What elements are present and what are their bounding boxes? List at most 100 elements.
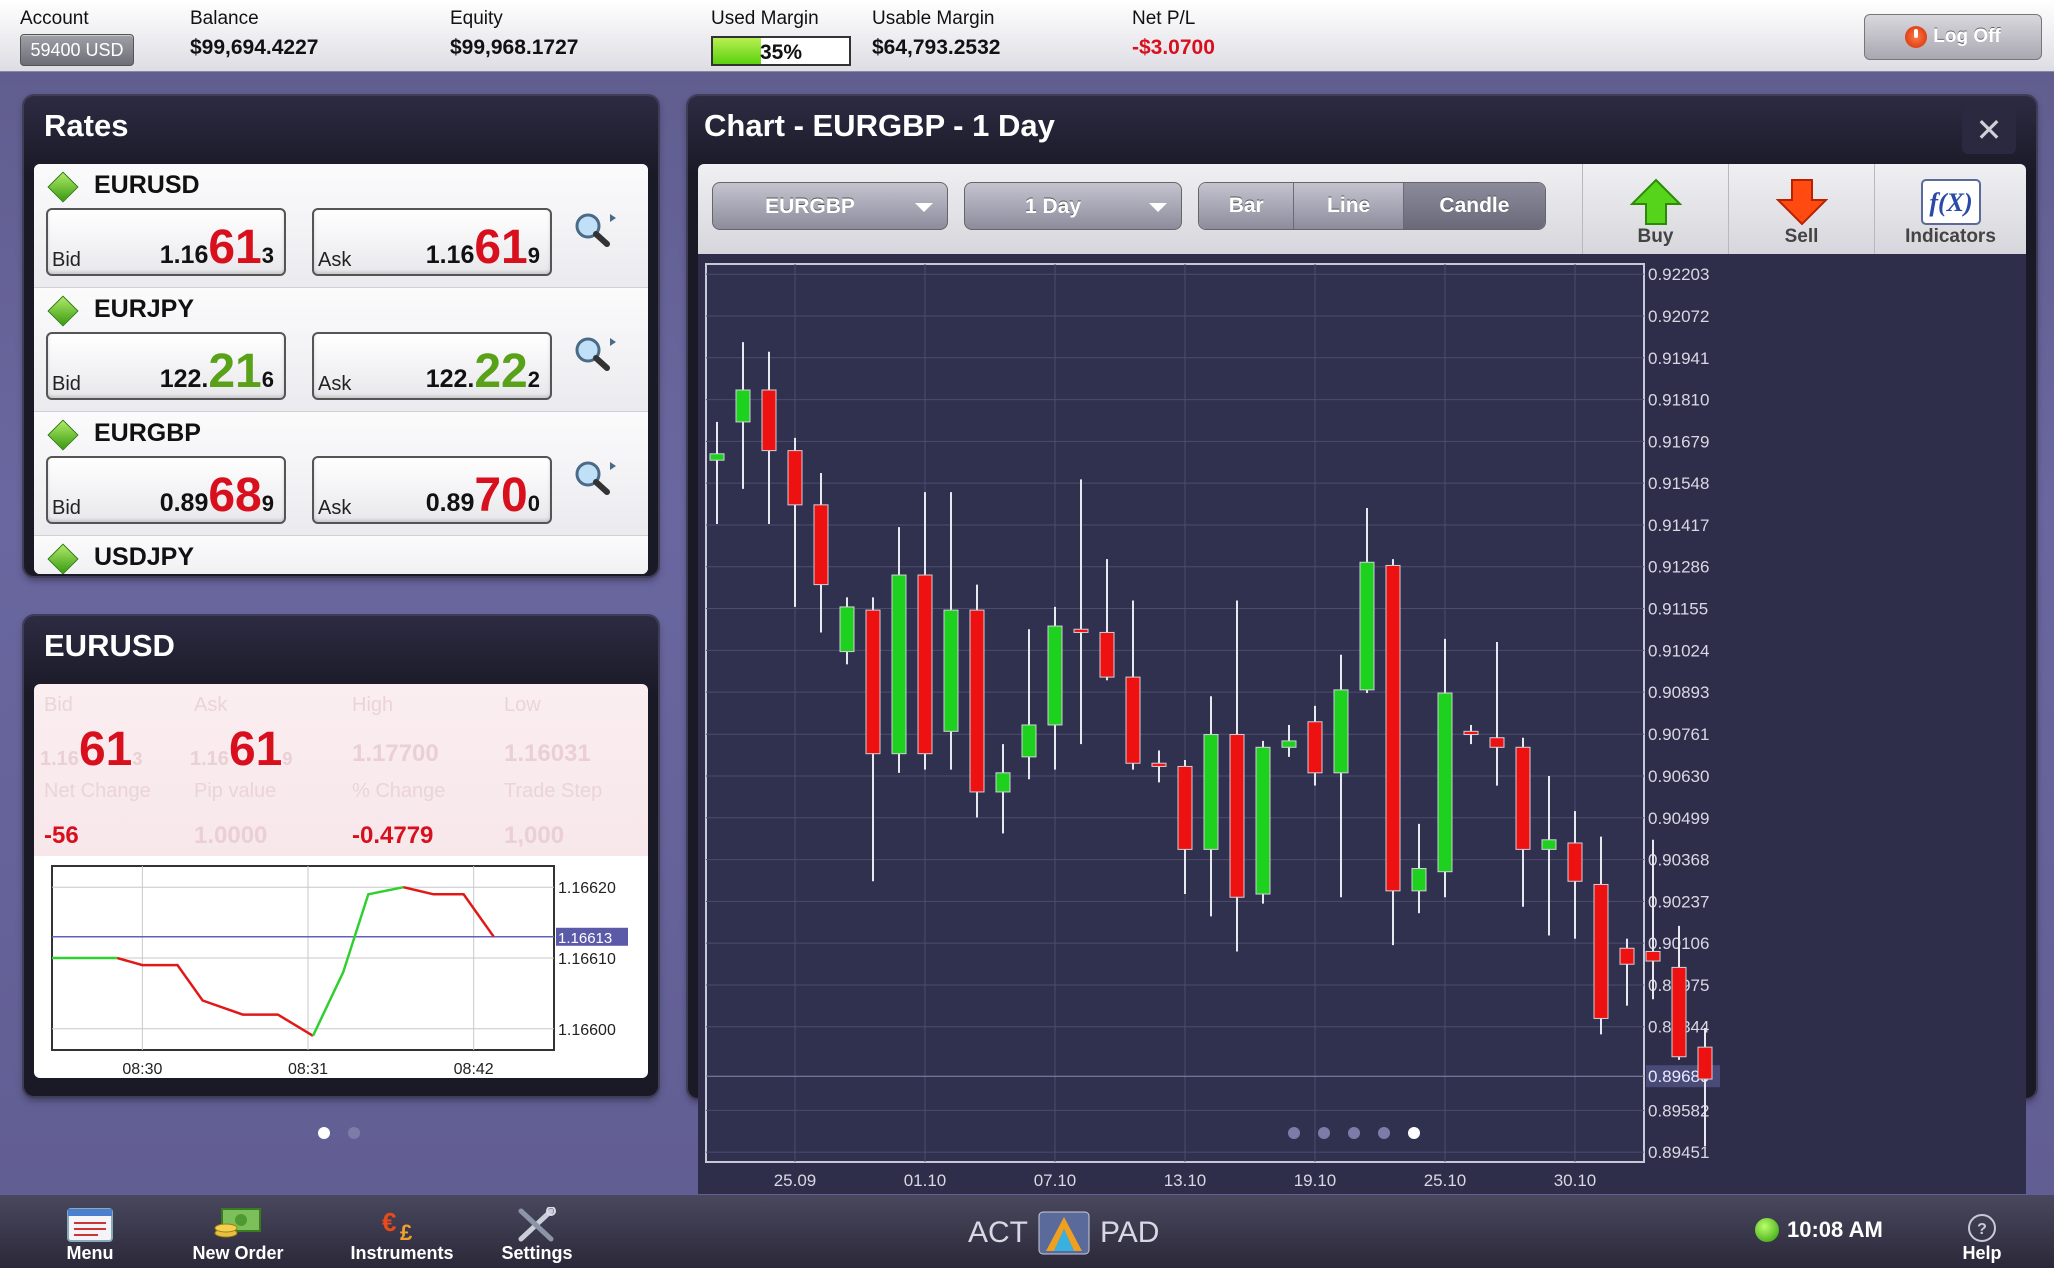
candlestick-chart[interactable]: 0.92203 0.92072 0.91941 0.91810 0.91679 0.915…	[698, 254, 2026, 1194]
menu-list-icon	[67, 1208, 113, 1242]
net-change-label: Net Change	[44, 780, 151, 802]
menu-button[interactable]: Menu	[50, 1195, 130, 1268]
indicators-button[interactable]: f(X) Indicators	[1874, 164, 2026, 254]
ask-stat-label: Ask	[194, 694, 228, 716]
money-icon	[214, 1208, 261, 1238]
candle-body	[1307, 721, 1323, 774]
trade-step-label: Trade Step	[504, 780, 603, 802]
low-stat-label: Low	[504, 694, 541, 716]
rate-row-usdjpy[interactable]: USDJPY	[34, 536, 648, 574]
chart-title: Chart - EURGBP - 1 Day	[704, 108, 1055, 143]
candle-body	[1645, 950, 1661, 962]
instruments-button[interactable]: € £ Instruments	[340, 1195, 464, 1268]
candle-body	[1255, 746, 1271, 895]
y-tick-label: 0.90237	[1648, 892, 1709, 911]
settings-button[interactable]: Settings	[494, 1195, 580, 1268]
candle-body	[917, 574, 933, 755]
ask-quote-button[interactable]: Ask 122.222	[312, 332, 552, 400]
symbol-dropdown[interactable]: EURGBP	[712, 182, 948, 230]
bid-price: 0.89689	[159, 469, 274, 522]
bid-price: 122.216	[159, 345, 274, 398]
arrow-down-icon	[1775, 179, 1828, 226]
tick-chart[interactable]: 08:30 08:31 08:42 1.16620 1.16610 1.16600 1.16…	[34, 856, 648, 1078]
candle-body	[1411, 868, 1427, 892]
rate-row-eurgbp[interactable]: EURGBP Bid 0.89689 Ask 0.89700	[34, 412, 648, 536]
bid-quote-button[interactable]: Bid 0.89689	[46, 456, 286, 524]
close-icon: ✕	[1975, 112, 2003, 148]
candle-body	[1099, 631, 1115, 678]
chart-type-candle[interactable]: Candle	[1403, 183, 1545, 229]
bid-stat-label: Bid	[44, 694, 73, 716]
usable-margin-value: $64,793.2532	[872, 36, 1001, 59]
candle-body	[1463, 730, 1479, 736]
status-diamond-icon	[47, 419, 79, 451]
page-dot[interactable]	[318, 1127, 330, 1139]
candle-body	[969, 609, 985, 793]
page-dot[interactable]	[348, 1127, 360, 1139]
equity-value: $99,968.1727	[450, 36, 579, 59]
ask-price: 1.16619	[425, 221, 540, 274]
candle-body	[1385, 564, 1401, 892]
candle-body	[1333, 689, 1349, 774]
ask-label: Ask	[318, 249, 352, 271]
magnifier-icon[interactable]	[570, 332, 620, 376]
x-tick-label: 08:42	[454, 1061, 494, 1078]
chart-type-line[interactable]: Line	[1294, 183, 1404, 229]
buy-button[interactable]: Buy	[1582, 164, 1728, 254]
candlestick-chart-area[interactable]: 0.92203 0.92072 0.91941 0.91810 0.91679 0.915…	[698, 254, 2026, 1194]
bid-label: Bid	[52, 249, 81, 271]
low-value: 1.16031	[504, 740, 591, 767]
act-pad-logo: ACT PAD	[968, 1211, 1159, 1255]
rates-title: Rates	[44, 108, 129, 143]
tick-line-chart[interactable]: 08:30 08:31 08:42 1.16620 1.16610 1.16600 1.16…	[34, 856, 648, 1078]
sell-button[interactable]: Sell	[1728, 164, 1874, 254]
help-button[interactable]: ? Help	[1950, 1195, 2014, 1268]
y-tick-label: 0.90368	[1648, 851, 1709, 870]
svg-text:£: £	[400, 1220, 413, 1243]
help-icon: ?	[1968, 1214, 1996, 1242]
y-tick-label: 0.90893	[1648, 683, 1709, 702]
page-dot[interactable]	[1318, 1127, 1330, 1139]
chart-type-bar[interactable]: Bar	[1199, 183, 1295, 229]
y-tick-label: 0.91941	[1648, 349, 1709, 368]
candle-body	[1697, 1046, 1713, 1080]
candle-body	[1489, 737, 1505, 748]
bid-quote-button[interactable]: Bid 1.16613	[46, 208, 286, 276]
close-chart-button[interactable]: ✕	[1962, 106, 2016, 154]
new-order-button[interactable]: New Order	[180, 1195, 296, 1268]
y-tick-label: 0.89582	[1648, 1101, 1709, 1120]
candle-body	[1671, 966, 1687, 1058]
x-tick-label: 07.10	[1034, 1171, 1077, 1190]
balance-value: $99,694.4227	[190, 36, 319, 59]
candle-body	[735, 389, 751, 423]
candle-body	[1203, 734, 1219, 850]
magnifier-icon[interactable]	[570, 456, 620, 500]
candle-body	[839, 606, 855, 653]
period-dropdown[interactable]: 1 Day	[964, 182, 1182, 230]
x-tick-label: 13.10	[1164, 1171, 1207, 1190]
y-tick-label: 0.91024	[1648, 641, 1709, 660]
page-dot[interactable]	[1348, 1127, 1360, 1139]
rate-row-eurjpy[interactable]: EURJPY Bid 122.216 Ask 122.222	[34, 288, 648, 412]
left-page-indicator	[318, 1127, 360, 1139]
account-selector-button[interactable]: 59400 USD	[20, 34, 134, 66]
x-tick-label: 08:31	[288, 1061, 328, 1078]
log-off-button[interactable]: Log Off	[1864, 14, 2042, 60]
bid-price: 1.16613	[159, 221, 274, 274]
page-dot[interactable]	[1378, 1127, 1390, 1139]
pct-change-value: -0.4779	[352, 822, 434, 849]
magnifier-icon[interactable]	[570, 208, 620, 252]
bid-label: Bid	[52, 373, 81, 395]
rate-row-eurusd[interactable]: EURUSD Bid 1.16613 Ask 1.16619	[34, 164, 648, 288]
account-label: Account	[20, 8, 89, 29]
page-dot[interactable]	[1288, 1127, 1300, 1139]
ask-quote-button[interactable]: Ask 1.16619	[312, 208, 552, 276]
rates-list: EURUSD Bid 1.16613 Ask 1.16619 EURJPY Bi…	[34, 164, 648, 574]
used-margin-value: 35%	[759, 41, 803, 64]
ask-quote-button[interactable]: Ask 0.89700	[312, 456, 552, 524]
page-dot[interactable]	[1408, 1127, 1420, 1139]
bid-quote-button[interactable]: Bid 122.216	[46, 332, 286, 400]
candle-body	[1125, 676, 1141, 764]
chart-panel: Chart - EURGBP - 1 Day ✕ EURGBP 1 Day Ba…	[688, 96, 2036, 1194]
pip-value: 1.0000	[194, 822, 268, 849]
